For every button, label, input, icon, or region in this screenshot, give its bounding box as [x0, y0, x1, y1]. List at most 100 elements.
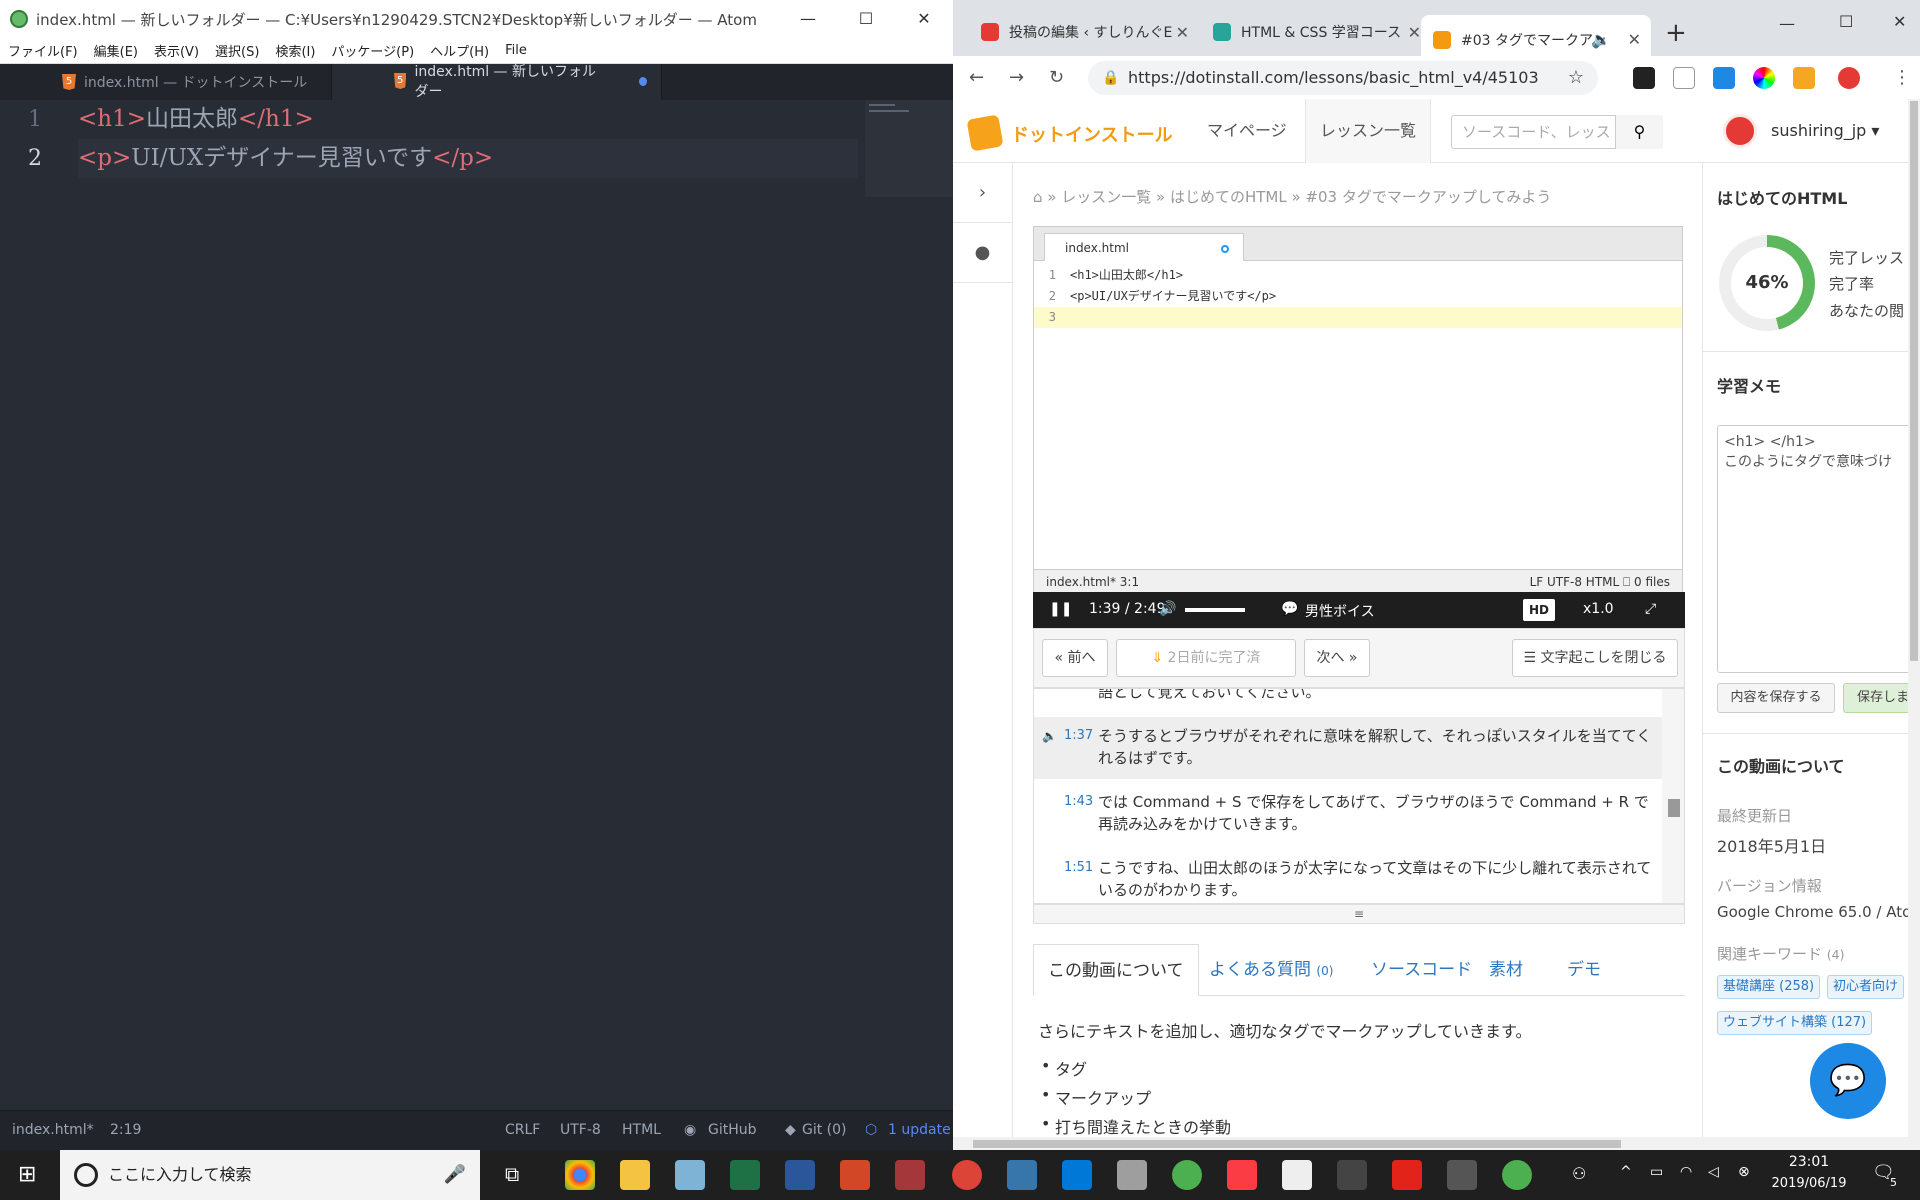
menu-packages[interactable]: パッケージ(P)	[323, 41, 422, 60]
tray-chevron-icon[interactable]: ^	[1620, 1164, 1632, 1180]
word-icon[interactable]	[785, 1160, 815, 1190]
prev-button[interactable]: « 前へ	[1042, 639, 1108, 677]
horizontal-scrollbar[interactable]	[953, 1137, 1920, 1150]
code-line[interactable]: <h1>山田太郎</h1>	[78, 100, 858, 139]
minimize-icon[interactable]: —	[779, 0, 837, 38]
extension-f-icon[interactable]	[1673, 67, 1695, 89]
memo-textarea[interactable]: <h1> </h1> このようにタグで意味づけ	[1717, 425, 1917, 673]
transcript-row[interactable]: 語として覚えておいてください。	[1034, 689, 1664, 709]
atom-taskbar-icon[interactable]	[1502, 1160, 1532, 1190]
menu-edit[interactable]: 編集(E)	[86, 41, 146, 60]
chat-icon[interactable]: 💬	[1810, 1043, 1886, 1119]
close-icon[interactable]: ✕	[895, 0, 953, 38]
status-git[interactable]: Git (0)	[802, 1122, 847, 1138]
app-icon[interactable]	[1117, 1160, 1147, 1190]
close-transcript-button[interactable]: ☰ 文字起こしを閉じる	[1512, 639, 1678, 677]
transcript-row-active[interactable]: 🔈 1:37 そうするとブラウザがそれぞれに意味を解釈して、それっぽいスタイルを当て…	[1034, 717, 1664, 779]
status-encoding[interactable]: UTF-8	[560, 1122, 601, 1138]
volume-icon[interactable]: 🔊	[1159, 601, 1176, 617]
page-scrollbar[interactable]	[1908, 99, 1920, 1137]
minimap[interactable]	[865, 100, 953, 197]
status-github[interactable]: GitHub	[708, 1122, 757, 1138]
volume-icon[interactable]: ◁	[1708, 1164, 1719, 1180]
scroll-thumb[interactable]	[1668, 799, 1680, 817]
minimize-icon[interactable]: —	[1779, 14, 1795, 33]
tab-source[interactable]: ソースコード	[1357, 944, 1486, 996]
access-icon[interactable]	[895, 1160, 925, 1190]
windows-start-icon[interactable]: ⊞	[18, 1162, 36, 1187]
scroll-thumb[interactable]	[973, 1140, 1621, 1148]
transcript-time[interactable]: 1:51	[1064, 857, 1093, 879]
pause-icon[interactable]: ❚❚	[1049, 601, 1072, 617]
maximize-icon[interactable]: ☐	[1839, 12, 1853, 31]
next-button[interactable]: 次へ »	[1304, 639, 1370, 677]
menu-file-en[interactable]: File	[497, 43, 535, 58]
status-eol[interactable]: CRLF	[505, 1122, 540, 1138]
wifi-icon[interactable]: ◠	[1680, 1164, 1692, 1180]
volume-slider[interactable]	[1185, 608, 1245, 612]
search-icon[interactable]: ⚲	[1615, 115, 1663, 149]
modified-dot-icon[interactable]	[639, 76, 648, 86]
menu-find[interactable]: 検索(I)	[267, 41, 323, 60]
completed-button[interactable]: ⇓ 2日前に完了済	[1116, 639, 1296, 677]
keyword-tag[interactable]: 基礎講座 (258)	[1717, 975, 1821, 999]
code-line[interactable]: <p>UI/UXデザイナー見習いです</p>	[78, 139, 858, 178]
extension-download-icon[interactable]	[1713, 67, 1735, 89]
nav-lessons[interactable]: レッスン一覧	[1305, 99, 1432, 163]
site-brand[interactable]: ドットインストール	[1011, 121, 1173, 147]
acrobat-icon[interactable]	[1392, 1160, 1422, 1190]
back-icon[interactable]: ←	[969, 67, 984, 88]
transcript-row[interactable]: 1:43 では Command + S で保存をしてあげて、ブラウザのほうで Co…	[1034, 787, 1664, 849]
reload-icon[interactable]: ↻	[1049, 67, 1064, 88]
player-file-tab[interactable]: index.html	[1044, 233, 1244, 261]
clock-date[interactable]: 2019/06/19	[1764, 1176, 1854, 1191]
status-cursor[interactable]: 2:19	[110, 1122, 141, 1138]
forward-icon[interactable]: →	[1009, 67, 1024, 88]
breadcrumb[interactable]: ⌂ » レッスン一覧 » はじめてのHTML » #03 タグでマークアップして…	[1033, 186, 1551, 207]
chrome-tab[interactable]: 投稿の編集 ‹ すしりんぐE ✕	[969, 15, 1199, 49]
itunes-icon[interactable]	[1227, 1160, 1257, 1190]
menu-help[interactable]: ヘルプ(H)	[422, 41, 497, 60]
tab-faq[interactable]: よくある質問 (0)	[1195, 944, 1347, 996]
maximize-icon[interactable]: ☐	[837, 0, 895, 38]
people-icon[interactable]: ⚇	[1572, 1164, 1586, 1183]
menu-dots-icon[interactable]: ⋮	[1893, 67, 1911, 88]
save-memo-button[interactable]: 内容を保存する	[1717, 683, 1835, 713]
menu-view[interactable]: 表示(V)	[146, 41, 207, 60]
voice-toggle[interactable]: 男性ボイス	[1305, 601, 1375, 621]
task-view-icon[interactable]: ⧉	[505, 1162, 519, 1186]
profile-avatar[interactable]	[1838, 67, 1860, 89]
hd-toggle[interactable]: HD	[1523, 599, 1555, 621]
app-icon[interactable]	[675, 1160, 705, 1190]
keyword-tag[interactable]: 初心者向け	[1827, 975, 1905, 999]
tab-dotinstall[interactable]: 5 index.html — ドットインストール	[0, 64, 332, 100]
keyword-tag[interactable]: ウェブサイト構築 (127)	[1717, 1011, 1873, 1035]
play-circle-icon[interactable]: ●	[953, 223, 1012, 283]
tab-close-icon[interactable]: ✕	[1176, 23, 1189, 42]
speed-toggle[interactable]: x1.0	[1583, 601, 1614, 617]
tab-new-folder[interactable]: 5 index.html — 新しいフォルダー	[332, 64, 662, 100]
user-avatar[interactable]	[1723, 114, 1757, 148]
chrome-taskbar-icon[interactable]	[565, 1160, 595, 1190]
taskbar-search[interactable]: ここに入力して検索 🎤	[60, 1150, 480, 1200]
app-icon[interactable]	[1337, 1160, 1367, 1190]
settings-gear-icon[interactable]	[1447, 1160, 1477, 1190]
close-circle-icon[interactable]: ⊗	[1738, 1164, 1750, 1180]
app-icon[interactable]	[1282, 1160, 1312, 1190]
url-field[interactable]: 🔒 https://dotinstall.com/lessons/basic_h…	[1088, 61, 1598, 95]
excel-icon[interactable]	[730, 1160, 760, 1190]
tab-close-icon[interactable]: ✕	[1628, 30, 1641, 49]
status-grammar[interactable]: HTML	[622, 1122, 661, 1138]
atom-titlebar[interactable]: index.html — 新しいフォルダー — C:¥Users¥n129042…	[0, 0, 953, 38]
python-icon[interactable]	[1007, 1160, 1037, 1190]
tab-material[interactable]: 素材	[1475, 944, 1537, 996]
user-menu[interactable]: sushiring_jp ▾	[1771, 121, 1879, 140]
scroll-thumb[interactable]	[1910, 101, 1918, 661]
tab-about[interactable]: この動画について	[1033, 944, 1199, 996]
speaker-icon[interactable]: 🔈	[1591, 30, 1611, 49]
menu-file[interactable]: ファイル(F)	[0, 41, 86, 60]
transcript-time[interactable]: 1:43	[1064, 791, 1093, 813]
resize-handle[interactable]: ≡	[1033, 904, 1685, 924]
close-icon[interactable]: ✕	[1893, 12, 1906, 31]
tab-close-icon[interactable]: ✕	[1408, 23, 1421, 42]
